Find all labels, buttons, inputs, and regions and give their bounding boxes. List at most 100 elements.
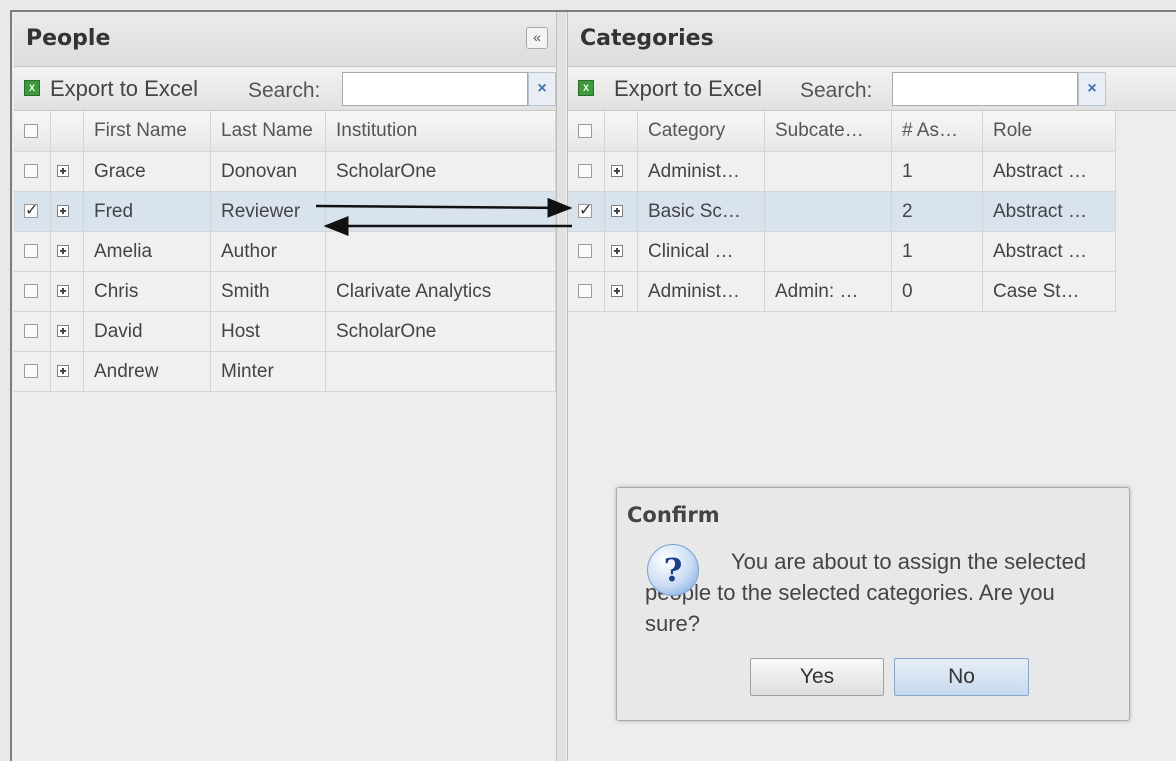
question-icon: ? <box>647 544 699 596</box>
yes-button[interactable]: Yes <box>750 658 884 696</box>
people-grid-header: First Name Last Name Institution <box>14 111 556 152</box>
row-checkbox[interactable] <box>578 284 592 299</box>
people-search-input[interactable] <box>342 72 528 106</box>
categories-search-clear-icon[interactable]: × <box>1078 72 1106 106</box>
cell-last-name: Host <box>210 311 326 352</box>
cell-institution <box>325 231 556 272</box>
categories-grid-header: Category Subcate… # As… Role <box>568 111 1116 152</box>
cell-subcategory <box>764 191 892 232</box>
dialog-title: Confirm <box>627 503 720 527</box>
select-all-checkbox[interactable] <box>14 111 51 152</box>
table-row[interactable]: Administ… Admin: … 0 Case St… <box>568 271 1116 312</box>
cell-last-name: Reviewer <box>210 191 326 232</box>
row-checkbox[interactable] <box>24 200 38 220</box>
table-row[interactable]: Administ… 1 Abstract … <box>568 151 1116 192</box>
cell-institution: ScholarOne <box>325 311 556 352</box>
table-row[interactable]: Andrew Minter <box>14 351 556 392</box>
cell-first-name: David <box>83 311 211 352</box>
categories-search-label: Search: <box>800 79 873 102</box>
row-checkbox[interactable] <box>24 164 38 179</box>
categories-panel-header: Categories <box>568 12 1176 67</box>
people-search-clear-icon[interactable]: × <box>528 72 556 106</box>
cell-assigned: 0 <box>891 271 983 312</box>
categories-export-to-excel-button[interactable]: Export to Excel <box>614 76 762 102</box>
table-row[interactable]: Clinical … 1 Abstract … <box>568 231 1116 272</box>
expand-icon[interactable] <box>57 285 69 298</box>
row-checkbox[interactable] <box>24 324 38 339</box>
cell-assigned: 2 <box>891 191 983 232</box>
people-search-label: Search: <box>248 79 321 102</box>
cell-role: Case St… <box>982 271 1116 312</box>
col-category[interactable]: Category <box>637 111 765 152</box>
col-subcategory[interactable]: Subcate… <box>764 111 892 152</box>
cell-role: Abstract … <box>982 231 1116 272</box>
cell-first-name: Amelia <box>83 231 211 272</box>
cell-institution: ScholarOne <box>325 151 556 192</box>
col-first-name[interactable]: First Name <box>83 111 211 152</box>
excel-icon[interactable]: X <box>578 80 594 96</box>
expander-header <box>50 111 84 152</box>
cell-category: Administ… <box>637 271 765 312</box>
cell-role: Abstract … <box>982 191 1116 232</box>
expand-icon[interactable] <box>611 285 623 298</box>
table-row[interactable]: Basic Sc… 2 Abstract … <box>568 191 1116 232</box>
cell-last-name: Author <box>210 231 326 272</box>
cell-category: Administ… <box>637 151 765 192</box>
table-row[interactable]: Fred Reviewer <box>14 191 556 232</box>
people-panel: People « X Export to Excel Search: × Fir… <box>14 12 557 761</box>
expand-icon[interactable] <box>57 205 69 218</box>
cell-role: Abstract … <box>982 151 1116 192</box>
expand-icon[interactable] <box>57 325 69 338</box>
col-assigned[interactable]: # As… <box>891 111 983 152</box>
categories-panel-title: Categories <box>580 26 714 51</box>
cell-institution: Clarivate Analytics <box>325 271 556 312</box>
row-checkbox[interactable] <box>24 364 38 379</box>
row-checkbox[interactable] <box>578 164 592 179</box>
double-chevron-left-icon[interactable]: « <box>526 27 548 49</box>
cell-institution <box>325 191 556 232</box>
cell-assigned: 1 <box>891 231 983 272</box>
expand-icon[interactable] <box>57 365 69 378</box>
cell-category: Clinical … <box>637 231 765 272</box>
row-checkbox[interactable] <box>24 284 38 299</box>
table-row[interactable]: Chris Smith Clarivate Analytics <box>14 271 556 312</box>
confirm-dialog: Confirm You are about to assign the sele… <box>616 487 1130 721</box>
cell-first-name: Andrew <box>83 351 211 392</box>
people-export-to-excel-button[interactable]: Export to Excel <box>50 76 198 102</box>
expand-icon[interactable] <box>611 165 623 178</box>
people-panel-title: People <box>26 26 111 51</box>
people-panel-header: People « <box>14 12 556 67</box>
cell-subcategory: Admin: … <box>764 271 892 312</box>
no-button[interactable]: No <box>894 658 1029 696</box>
cell-last-name: Donovan <box>210 151 326 192</box>
categories-search-input[interactable] <box>892 72 1078 106</box>
cell-last-name: Smith <box>210 271 326 312</box>
cell-first-name: Fred <box>83 191 211 232</box>
col-institution[interactable]: Institution <box>325 111 556 152</box>
people-toolbar: X Export to Excel Search: × <box>14 68 556 111</box>
select-all-checkbox[interactable] <box>568 111 605 152</box>
cell-assigned: 1 <box>891 151 983 192</box>
expand-icon[interactable] <box>611 205 623 218</box>
cell-last-name: Minter <box>210 351 326 392</box>
table-row[interactable]: Grace Donovan ScholarOne <box>14 151 556 192</box>
row-checkbox[interactable] <box>24 244 38 259</box>
expand-icon[interactable] <box>611 245 623 258</box>
col-role[interactable]: Role <box>982 111 1116 152</box>
categories-grid: Category Subcate… # As… Role Administ… 1… <box>568 111 1116 312</box>
row-checkbox[interactable] <box>578 244 592 259</box>
excel-icon[interactable]: X <box>24 80 40 96</box>
cell-subcategory <box>764 231 892 272</box>
expand-icon[interactable] <box>57 245 69 258</box>
col-last-name[interactable]: Last Name <box>210 111 326 152</box>
expand-icon[interactable] <box>57 165 69 178</box>
row-checkbox[interactable] <box>578 200 592 220</box>
cell-first-name: Grace <box>83 151 211 192</box>
table-row[interactable]: David Host ScholarOne <box>14 311 556 352</box>
cell-subcategory <box>764 151 892 192</box>
cell-institution <box>325 351 556 392</box>
expander-header <box>604 111 638 152</box>
panel-splitter[interactable] <box>557 12 566 761</box>
table-row[interactable]: Amelia Author <box>14 231 556 272</box>
categories-toolbar: X Export to Excel Search: × <box>568 68 1176 111</box>
